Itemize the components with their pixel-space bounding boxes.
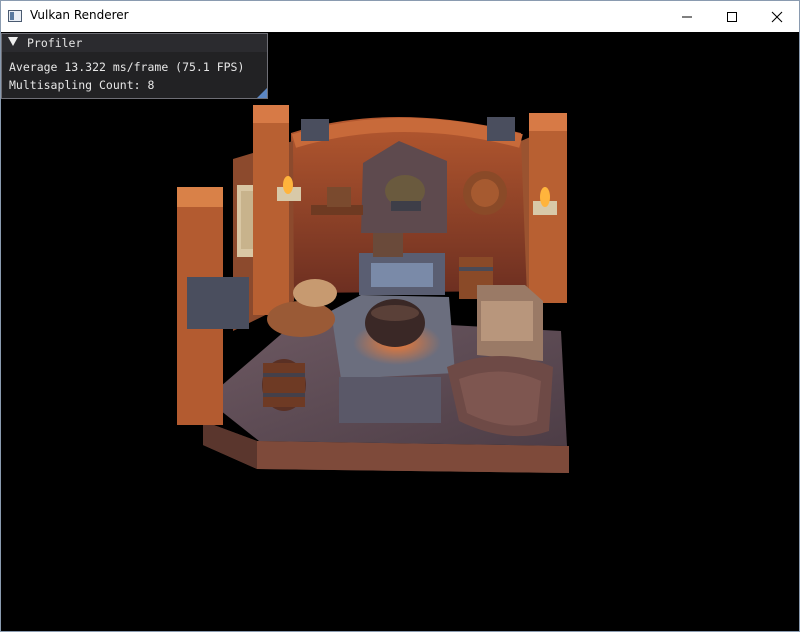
close-icon xyxy=(771,11,783,22)
minimize-icon xyxy=(682,16,692,17)
msaa-count-readout: Multisapling Count: 8 xyxy=(9,78,155,92)
collapse-arrow-icon[interactable] xyxy=(8,37,18,46)
maximize-button[interactable] xyxy=(709,1,755,32)
rendered-scene xyxy=(177,105,569,473)
frame-time-readout: Average 13.322 ms/frame (75.1 FPS) xyxy=(9,60,245,74)
app-window-icon xyxy=(8,10,22,22)
maximize-icon xyxy=(727,11,737,22)
profiler-title: Profiler xyxy=(27,36,83,50)
window-title: Vulkan Renderer xyxy=(30,8,129,22)
minimize-button[interactable] xyxy=(664,1,710,32)
title-bar[interactable]: Vulkan Renderer xyxy=(1,1,799,32)
close-button[interactable] xyxy=(754,1,800,32)
profiler-panel[interactable]: Profiler Average 13.322 ms/frame (75.1 F… xyxy=(1,33,268,99)
profiler-header[interactable]: Profiler xyxy=(2,34,267,52)
render-viewport[interactable]: Profiler Average 13.322 ms/frame (75.1 F… xyxy=(1,32,799,631)
resize-grip-icon[interactable] xyxy=(257,88,267,98)
app-window: Vulkan Renderer Profiler Average 13.322 … xyxy=(0,0,800,632)
